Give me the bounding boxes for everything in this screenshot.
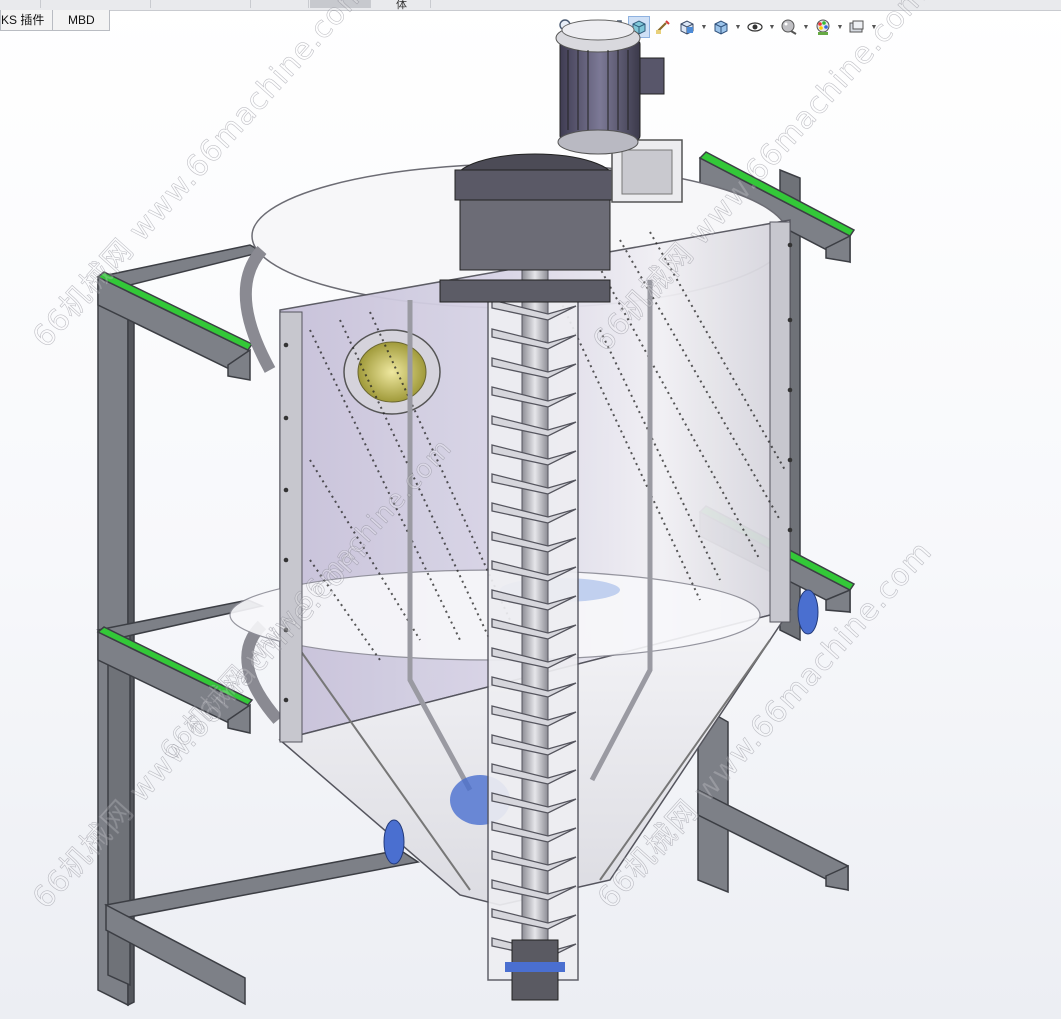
- mixing-tank-model: [96, 19, 856, 1007]
- screw-conveyor: [487, 179, 579, 1001]
- graphics-area[interactable]: 66机械网 www.66machine.com 66机械网 www.66mach…: [0, 0, 1061, 1019]
